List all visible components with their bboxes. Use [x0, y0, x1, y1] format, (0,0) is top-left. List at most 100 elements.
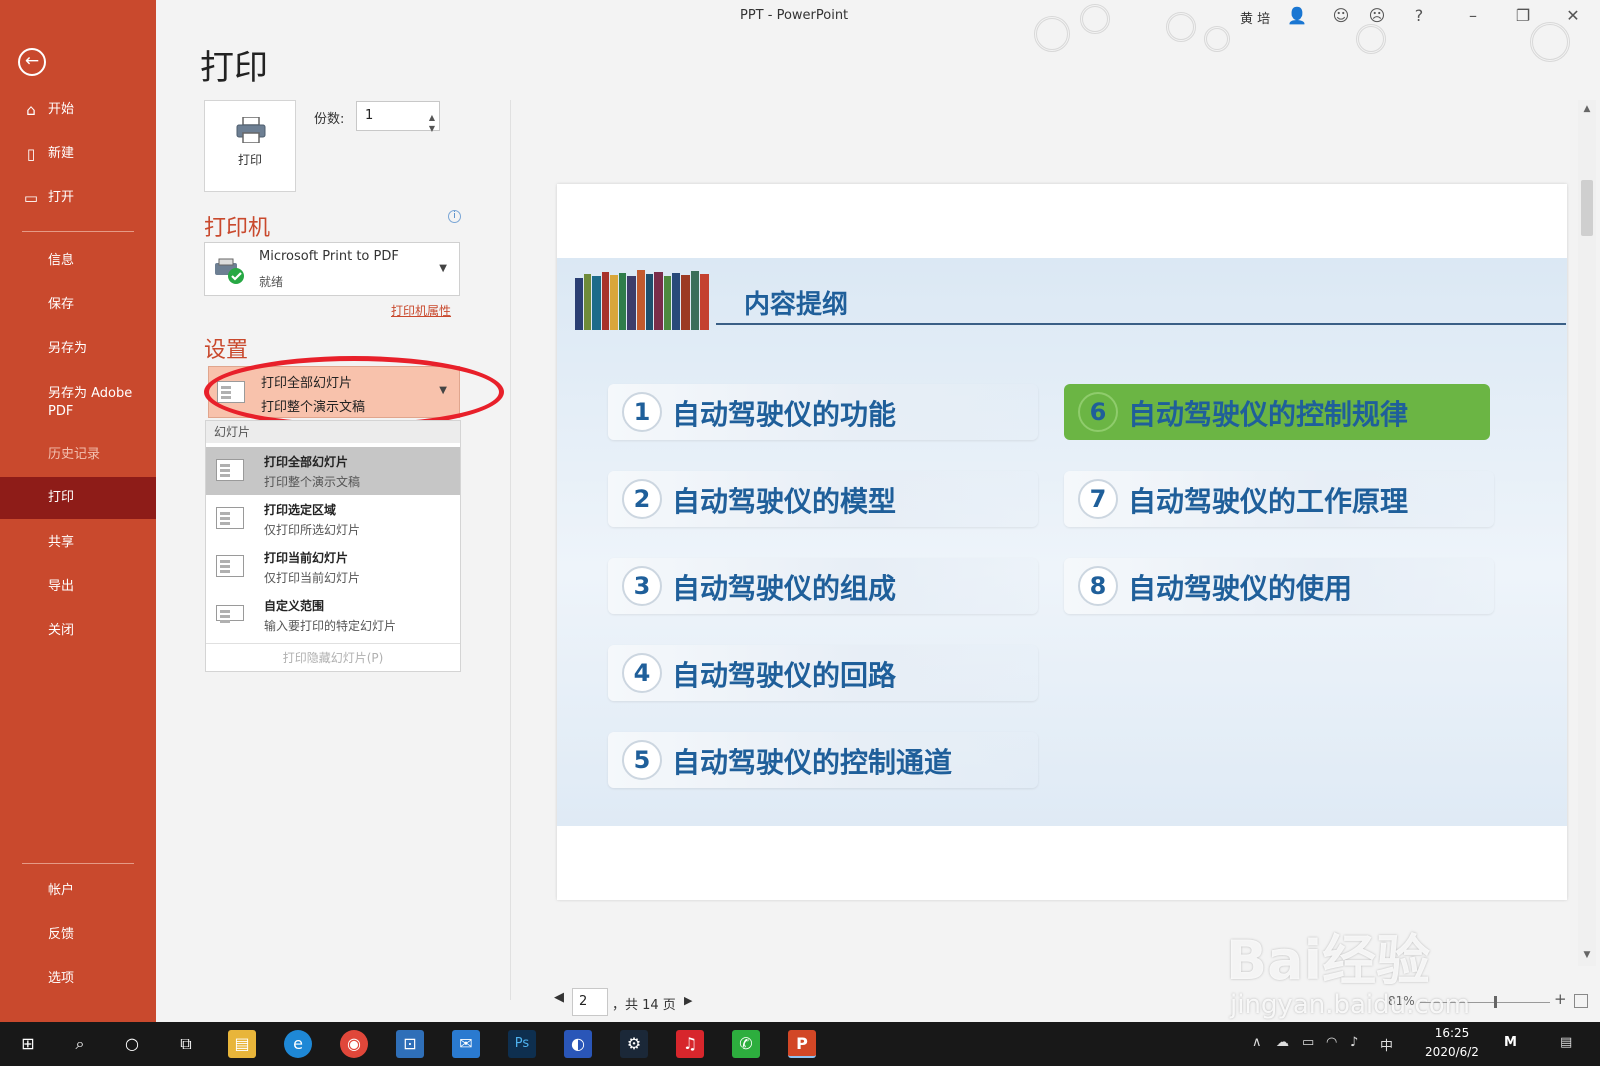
copies-stepper[interactable]: 1 ▲ ▼ — [356, 101, 440, 133]
menu-item-desc: 仅打印所选幻灯片 — [264, 523, 361, 537]
user-avatar-icon[interactable]: 👤 — [1286, 6, 1308, 25]
preview-scrollbar[interactable]: ▲ ▼ — [1578, 100, 1596, 966]
printer-heading: 打印机 — [204, 216, 271, 241]
show-hidden-icons-icon[interactable]: ∧ — [1252, 1035, 1262, 1050]
powerpoint-icon[interactable]: P — [788, 1030, 816, 1058]
nav-history[interactable]: 历史记录 — [0, 434, 156, 476]
print-button[interactable]: 打印 — [204, 100, 296, 192]
restore-icon[interactable]: ❐ — [1512, 6, 1534, 25]
smile-feedback-icon[interactable]: ☺ — [1330, 6, 1352, 25]
browser-icon[interactable]: ◐ — [564, 1030, 592, 1058]
cortana-icon[interactable]: ○ — [118, 1030, 146, 1058]
backstage-sidebar: ← ⌂ 开始 ▯ 新建 ▭ 打开 信息 保存 另存为 另存为 Adobe PDF… — [0, 0, 156, 1022]
fit-to-window-icon[interactable] — [1574, 994, 1588, 1008]
nav-info[interactable]: 信息 — [0, 240, 156, 282]
printer-icon — [236, 117, 266, 143]
menu-item-print-selection[interactable]: 打印选定区域 仅打印所选幻灯片 — [206, 495, 460, 543]
toc-text: 自动驾驶仪的控制规律 — [1128, 398, 1409, 431]
nav-account[interactable]: 帐户 — [0, 870, 156, 912]
toc-number: 8 — [1078, 566, 1118, 606]
notification-icon[interactable]: ▤ — [1560, 1035, 1572, 1050]
scroll-up-icon[interactable]: ▲ — [1578, 104, 1596, 114]
nav-open[interactable]: ▭ 打开 — [0, 177, 156, 219]
store-icon[interactable]: ⊡ — [396, 1030, 424, 1058]
page-total: ，共 14 页 — [612, 998, 676, 1013]
menu-item-print-all[interactable]: 打印全部幻灯片 打印整个演示文稿 — [206, 447, 460, 495]
steam-icon[interactable]: ⚙ — [620, 1030, 648, 1058]
info-icon[interactable]: i — [448, 210, 461, 223]
zoom-in-icon[interactable]: + — [1554, 990, 1567, 1008]
netease-music-icon[interactable]: ♫ — [676, 1030, 704, 1058]
clock-time: 16:25 — [1434, 1026, 1470, 1040]
toc-number: 4 — [622, 653, 662, 693]
home-icon: ⌂ — [26, 101, 36, 119]
nav-share[interactable]: 共享 — [0, 522, 156, 564]
heading-underline — [716, 323, 1566, 325]
chrome-icon[interactable]: ◉ — [340, 1030, 368, 1058]
toc-item: 7 自动驾驶仪的工作原理 — [1064, 471, 1494, 527]
minimize-icon[interactable]: – — [1462, 6, 1484, 25]
printer-properties-link[interactable]: 打印机属性 — [391, 302, 451, 319]
ime-indicator[interactable]: 中 — [1380, 1035, 1393, 1054]
toc-item: 8 自动驾驶仪的使用 — [1064, 558, 1494, 614]
next-page-icon[interactable]: ▶ — [684, 994, 692, 1007]
nav-print[interactable]: 打印 — [0, 477, 156, 519]
decorative-circle — [1080, 4, 1110, 34]
printer-name: Microsoft Print to PDF — [259, 249, 399, 264]
nav-save-as-adobe-pdf[interactable]: 另存为 Adobe PDF — [0, 382, 156, 430]
toc-number: 6 — [1078, 392, 1118, 432]
nav-feedback[interactable]: 反馈 — [0, 914, 156, 956]
nav-save[interactable]: 保存 — [0, 284, 156, 326]
nav-close[interactable]: 关闭 — [0, 610, 156, 652]
nav-label: 另存为 Adobe PDF — [48, 386, 133, 419]
custom-range-icon — [216, 605, 244, 621]
nav-save-as[interactable]: 另存为 — [0, 328, 156, 370]
help-icon[interactable]: ? — [1408, 6, 1430, 25]
spin-down-icon[interactable]: ▼ — [429, 115, 435, 143]
search-icon[interactable]: ⌕ — [66, 1030, 94, 1058]
chevron-down-icon: ▼ — [439, 263, 447, 274]
print-hidden-slides-option[interactable]: 打印隐藏幻灯片(P) — [206, 643, 460, 671]
wifi-icon[interactable]: ◠ — [1326, 1035, 1337, 1050]
menu-item-print-current[interactable]: 打印当前幻灯片 仅打印当前幻灯片 — [206, 543, 460, 591]
user-name[interactable]: 黄 培 — [1240, 8, 1270, 27]
nav-label: 开始 — [48, 102, 75, 117]
photoshop-icon[interactable]: Ps — [508, 1030, 536, 1058]
panel-divider — [510, 100, 511, 1000]
windows-taskbar: ⊞ ⌕ ○ ⧉ ▤ e ◉ ⊡ ✉ Ps ◐ ⚙ ♫ ✆ P ∧ ☁ ▭ ◠ ♪… — [0, 1022, 1600, 1066]
nav-label: 共享 — [48, 535, 75, 550]
close-icon[interactable]: ✕ — [1562, 6, 1584, 25]
taskbar-clock[interactable]: 16:25 2020/6/2 — [1412, 1024, 1492, 1062]
window-title: PPT - PowerPoint — [740, 8, 849, 23]
nav-label: 另存为 — [48, 341, 88, 356]
start-icon[interactable]: ⊞ — [14, 1030, 42, 1058]
zoom-slider-handle[interactable] — [1493, 996, 1497, 1008]
nav-label: 帐户 — [48, 883, 75, 898]
decorative-circle — [1034, 16, 1070, 52]
nav-home[interactable]: ⌂ 开始 — [0, 89, 156, 131]
toc-number: 7 — [1078, 479, 1118, 519]
onedrive-icon[interactable]: ☁ — [1276, 1035, 1289, 1050]
back-arrow-icon[interactable]: ← — [18, 48, 46, 76]
file-explorer-icon[interactable]: ▤ — [228, 1030, 256, 1058]
page-number-input[interactable]: 2 — [572, 988, 608, 1016]
nav-options[interactable]: 选项 — [0, 958, 156, 1000]
previous-page-icon[interactable]: ◀ — [554, 990, 564, 1005]
printer-dropdown[interactable]: Microsoft Print to PDF 就绪 ▼ — [204, 242, 460, 296]
wechat-icon[interactable]: ✆ — [732, 1030, 760, 1058]
scroll-thumb[interactable] — [1581, 180, 1593, 236]
volume-icon[interactable]: ♪ — [1350, 1035, 1358, 1050]
battery-icon[interactable]: ▭ — [1302, 1035, 1314, 1050]
scroll-down-icon[interactable]: ▼ — [1578, 950, 1596, 960]
menu-item-title: 自定义范围 — [264, 599, 325, 613]
nav-export[interactable]: 导出 — [0, 566, 156, 608]
edge-icon[interactable]: e — [284, 1030, 312, 1058]
mail-icon[interactable]: ✉ — [452, 1030, 480, 1058]
menu-item-custom-range[interactable]: 自定义范围 输入要打印的特定幻灯片 — [206, 591, 460, 639]
input-method-icon[interactable]: M — [1504, 1035, 1517, 1050]
baidu-watermark-logo: Bai经验 — [1226, 929, 1431, 992]
nav-new[interactable]: ▯ 新建 — [0, 133, 156, 175]
decorative-circle — [1356, 24, 1386, 54]
task-view-icon[interactable]: ⧉ — [172, 1030, 200, 1058]
frown-feedback-icon[interactable]: ☹ — [1366, 6, 1388, 25]
